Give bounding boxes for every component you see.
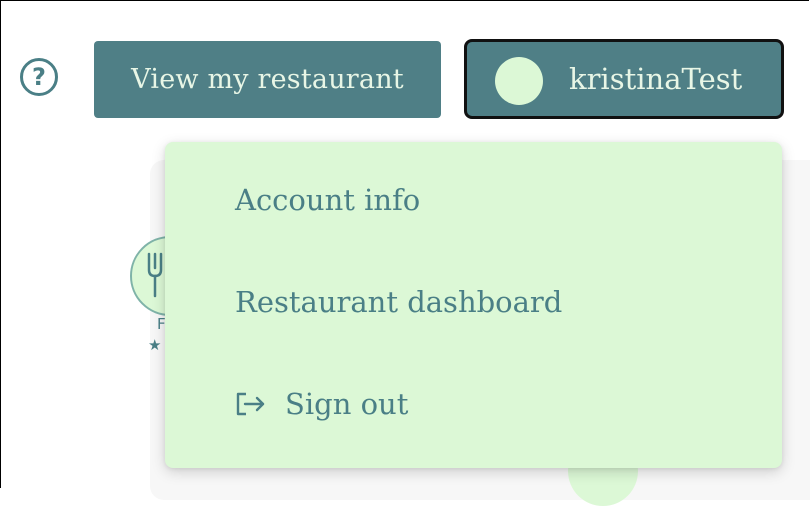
menu-item-sign-out[interactable]: Sign out [235, 387, 408, 421]
avatar [495, 57, 543, 105]
menu-item-restaurant-dashboard[interactable]: Restaurant dashboard [235, 285, 562, 319]
view-my-restaurant-button[interactable]: View my restaurant [94, 41, 441, 118]
sign-out-icon [236, 392, 265, 416]
user-menu-button[interactable]: kristinaTest [464, 39, 784, 119]
help-icon[interactable]: ? [20, 58, 58, 96]
user-name: kristinaTest [569, 62, 743, 96]
star-icon: ★ [148, 336, 162, 354]
menu-item-account-info[interactable]: Account info [235, 183, 420, 217]
user-dropdown-menu: Account info Restaurant dashboard Sign o… [165, 142, 782, 468]
sign-out-label: Sign out [285, 387, 409, 421]
